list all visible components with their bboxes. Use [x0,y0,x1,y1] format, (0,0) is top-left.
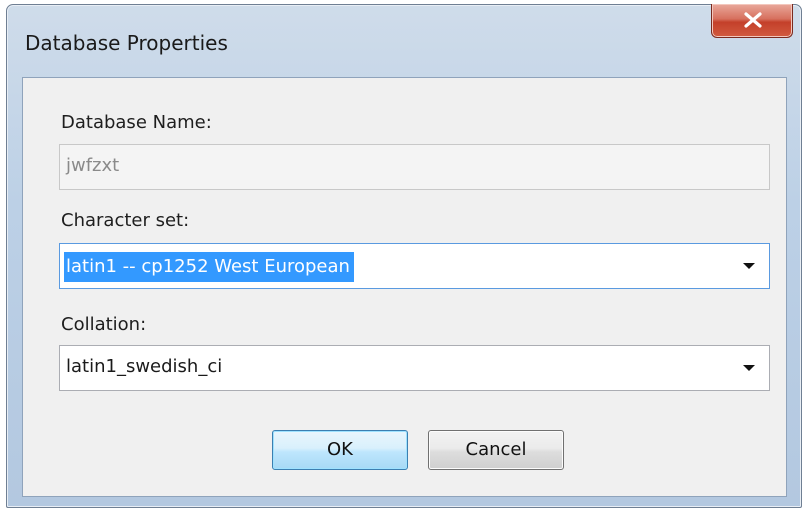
database-name-label: Database Name: [61,112,212,133]
cancel-button[interactable]: Cancel [428,430,564,470]
dialog-body: Database Name: jwfzxt Character set: lat… [22,77,787,497]
collation-label: Collation: [61,314,147,335]
character-set-dropdown[interactable]: latin1 -- cp1252 West European [59,243,770,289]
collation-selected-value: latin1_swedish_ci [66,356,223,377]
window-title: Database Properties [25,31,228,55]
collation-dropdown[interactable]: latin1_swedish_ci [59,345,770,391]
close-x-icon [744,12,762,28]
title-bar[interactable]: Database Properties [7,4,801,77]
dropdown-arrow-icon[interactable] [743,365,755,371]
close-button[interactable] [711,4,793,38]
character-set-label: Character set: [61,210,190,231]
character-set-selected-value: latin1 -- cp1252 West European [64,252,354,282]
database-name-field: jwfzxt [59,144,770,190]
database-properties-dialog: Database Properties Database Name: jwfzx… [6,4,802,508]
ok-button[interactable]: OK [272,430,408,470]
dropdown-arrow-icon[interactable] [743,263,755,269]
database-name-value: jwfzxt [66,155,120,176]
